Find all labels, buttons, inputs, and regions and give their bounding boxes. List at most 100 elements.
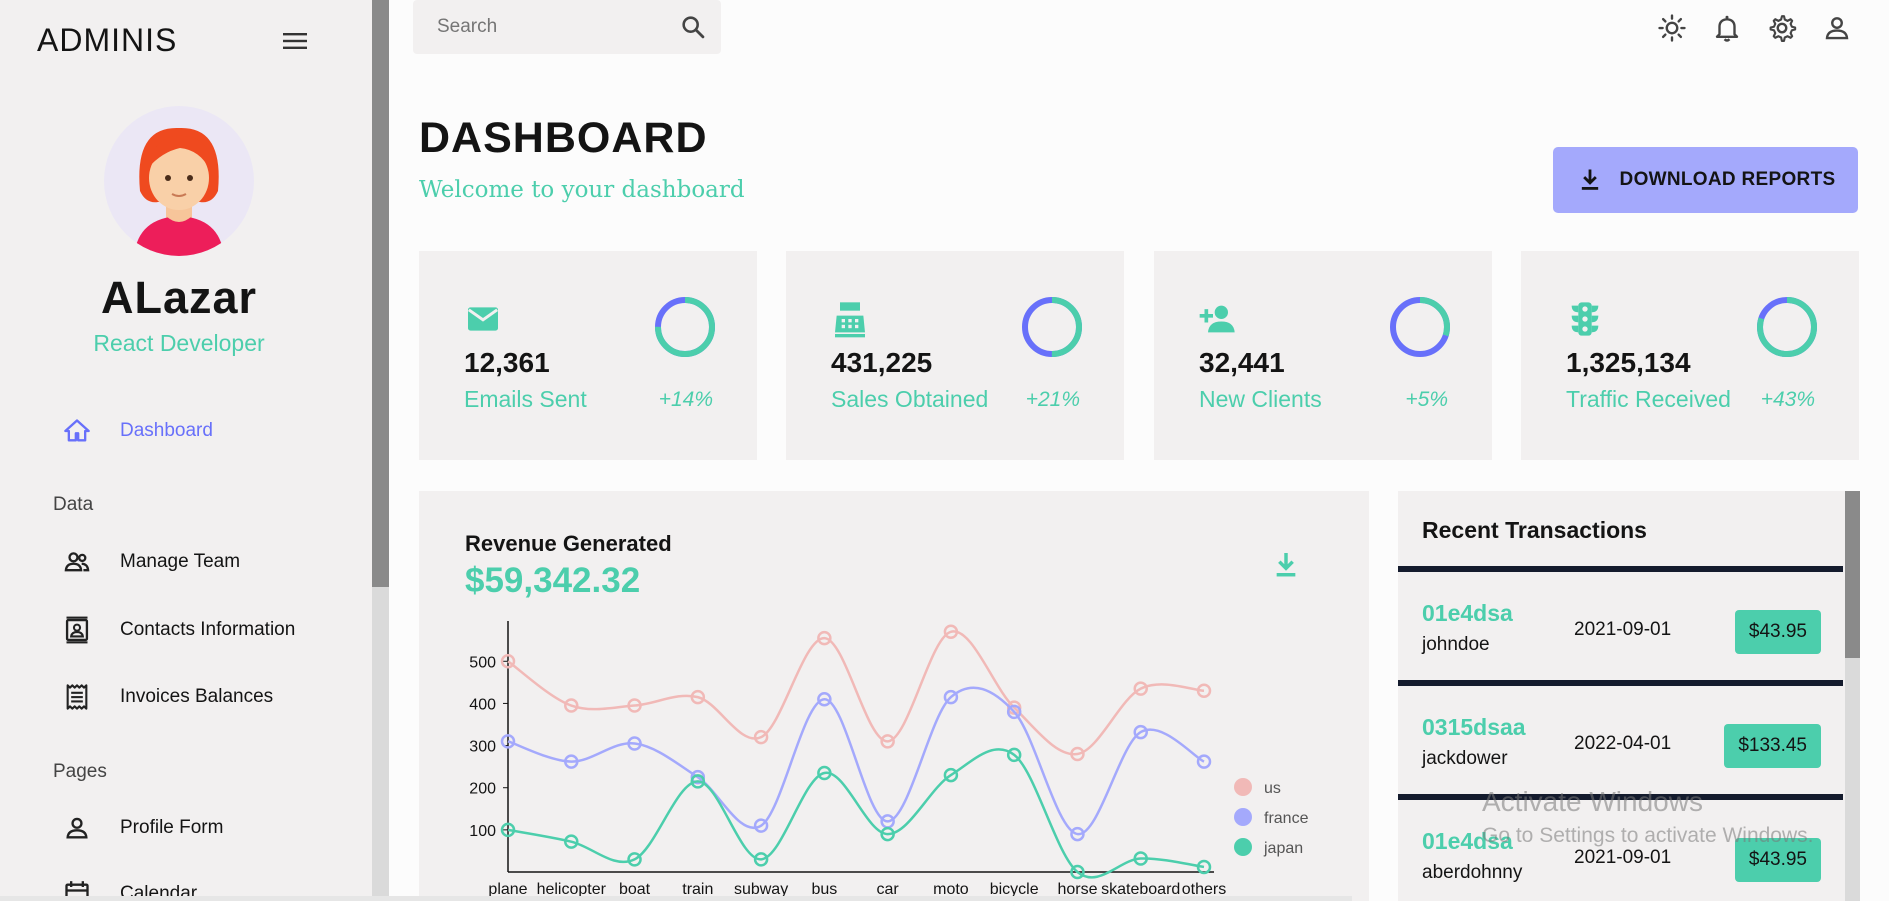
legend-swatch-france — [1234, 808, 1252, 826]
transactions-title: Recent Transactions — [1398, 491, 1843, 572]
y-tick-label: 500 — [469, 654, 496, 671]
sidebar-item-label: Dashboard — [120, 420, 213, 441]
stat-value: 12,361 — [464, 347, 550, 378]
search-box — [413, 0, 721, 54]
transaction-cost-badge: $133.45 — [1724, 724, 1821, 768]
sidebar-item-label: Contacts Information — [120, 619, 296, 640]
transactions-scrollbar-thumb[interactable] — [1845, 491, 1860, 658]
y-tick-label: 100 — [469, 823, 496, 840]
sidebar: ADMINIS ALazar React Developer Dashboard — [0, 0, 372, 901]
settings-gear-icon[interactable] — [1767, 13, 1797, 43]
sidebar-item-manage-team[interactable]: Manage Team — [62, 542, 240, 582]
person-icon — [62, 813, 92, 843]
profile-role: React Developer — [93, 330, 265, 356]
stat-card: 431,225 Sales Obtained +21% — [786, 251, 1124, 460]
point-of-sale-icon — [830, 299, 870, 339]
sidebar-item-profile-form[interactable]: Profile Form — [62, 808, 223, 848]
stat-label: New Clients — [1199, 386, 1322, 412]
transaction-user: aberdohnny — [1422, 862, 1523, 883]
stat-value: 431,225 — [831, 347, 933, 378]
legend-label: us — [1264, 780, 1281, 797]
nav-section-pages: Pages — [53, 761, 107, 782]
profile-name: ALazar — [100, 272, 258, 323]
page-subtitle: Welcome to your dashboard — [419, 177, 745, 203]
sidebar-item-invoices[interactable]: Invoices Balances — [62, 677, 273, 717]
traffic-icon — [1565, 299, 1605, 339]
transaction-cost-badge: $43.95 — [1734, 838, 1821, 882]
legend-swatch-japan — [1234, 838, 1252, 856]
y-tick-label: 200 — [469, 781, 496, 798]
revenue-line-chart: 100200300400500plane helicopter boat train s… — [469, 621, 1309, 898]
email-icon — [463, 299, 503, 339]
search-icon[interactable] — [679, 13, 707, 41]
transaction-row: 01e4dsa johndoe 2021-09-01 $43.95 — [1398, 572, 1843, 686]
sidebar-scrollbar-thumb[interactable] — [372, 0, 389, 587]
people-icon — [62, 547, 92, 577]
contacts-icon — [62, 615, 92, 645]
legend-label: japan — [1263, 840, 1303, 857]
stat-card: 12,361 Emails Sent +14% — [419, 251, 757, 460]
transaction-date: 2022-04-01 — [1574, 733, 1672, 754]
progress-ring — [1757, 297, 1817, 357]
download-reports-label: DOWNLOAD REPORTS — [1619, 169, 1836, 190]
notifications-icon[interactable] — [1712, 13, 1742, 43]
stat-card: 1,325,134 Traffic Received +43% — [1521, 251, 1859, 460]
legend-swatch-us — [1234, 778, 1252, 796]
revenue-title: Revenue Generated — [465, 531, 672, 556]
series-line-us — [507, 630, 1205, 756]
transaction-id: 01e4dsa — [1422, 600, 1513, 626]
sidebar-item-label: Invoices Balances — [120, 686, 274, 707]
page-title: DASHBOARD — [419, 114, 708, 162]
stat-value: 1,325,134 — [1566, 347, 1691, 378]
brand-logo: ADMINIS — [37, 22, 178, 58]
progress-ring — [1390, 297, 1450, 357]
series-line-france — [507, 686, 1205, 836]
search-input[interactable] — [437, 14, 667, 40]
stat-delta: +43% — [1760, 388, 1815, 411]
avatar — [104, 106, 254, 256]
revenue-value: $59,342.32 — [465, 561, 641, 600]
series-line-japan — [507, 748, 1205, 879]
transaction-id: 01e4dsa — [1422, 828, 1513, 854]
transaction-date: 2021-09-01 — [1574, 847, 1672, 868]
stat-value: 32,441 — [1199, 347, 1285, 378]
transactions-scrollbar[interactable] — [1845, 491, 1860, 901]
nav-section-data: Data — [53, 494, 94, 515]
stat-delta: +14% — [658, 388, 713, 411]
y-tick-label: 400 — [469, 696, 496, 713]
progress-ring — [655, 297, 715, 357]
home-icon — [62, 416, 92, 446]
sidebar-scrollbar[interactable] — [372, 0, 389, 901]
download-reports-button[interactable]: DOWNLOAD REPORTS — [1553, 147, 1858, 213]
transaction-user: jackdower — [1422, 748, 1508, 769]
download-icon — [1576, 166, 1604, 194]
download-icon[interactable] — [1270, 549, 1302, 581]
transaction-id: 0315dsaa — [1422, 714, 1526, 740]
transaction-cost-badge: $43.95 — [1734, 610, 1821, 654]
stat-delta: +5% — [1405, 388, 1448, 411]
taskbar-edge — [0, 896, 1352, 901]
stat-delta: +21% — [1025, 388, 1080, 411]
receipt-icon — [62, 682, 92, 712]
stat-label: Traffic Received — [1566, 386, 1731, 412]
stat-label: Sales Obtained — [831, 386, 989, 412]
sidebar-item-label: Manage Team — [120, 551, 241, 572]
transaction-user: johndoe — [1422, 634, 1490, 655]
user-account-icon[interactable] — [1822, 13, 1852, 43]
light-mode-icon[interactable] — [1657, 13, 1687, 43]
y-tick-label: 300 — [469, 739, 496, 756]
sidebar-item-contacts[interactable]: Contacts Information — [62, 610, 295, 650]
sidebar-item-dashboard[interactable]: Dashboard — [62, 411, 213, 451]
sidebar-item-label: Profile Form — [120, 817, 224, 838]
person-add-icon — [1198, 299, 1238, 339]
recent-transactions-panel: Recent Transactions 01e4dsa johndoe 2021-0… — [1398, 491, 1858, 901]
legend-label: france — [1264, 810, 1309, 827]
stat-card: 32,441 New Clients +5% — [1154, 251, 1492, 460]
stat-label: Emails Sent — [464, 386, 587, 412]
transaction-date: 2021-09-01 — [1574, 619, 1672, 640]
transaction-row: 01e4dsa aberdohnny 2021-09-01 $43.95 — [1398, 800, 1843, 901]
menu-icon[interactable] — [280, 28, 310, 54]
revenue-panel: Revenue Generated $59,342.32 100 200 300 40… — [419, 491, 1369, 901]
transaction-row: 0315dsaa jackdower 2022-04-01 $133.45 — [1398, 686, 1843, 800]
progress-ring — [1022, 297, 1082, 357]
